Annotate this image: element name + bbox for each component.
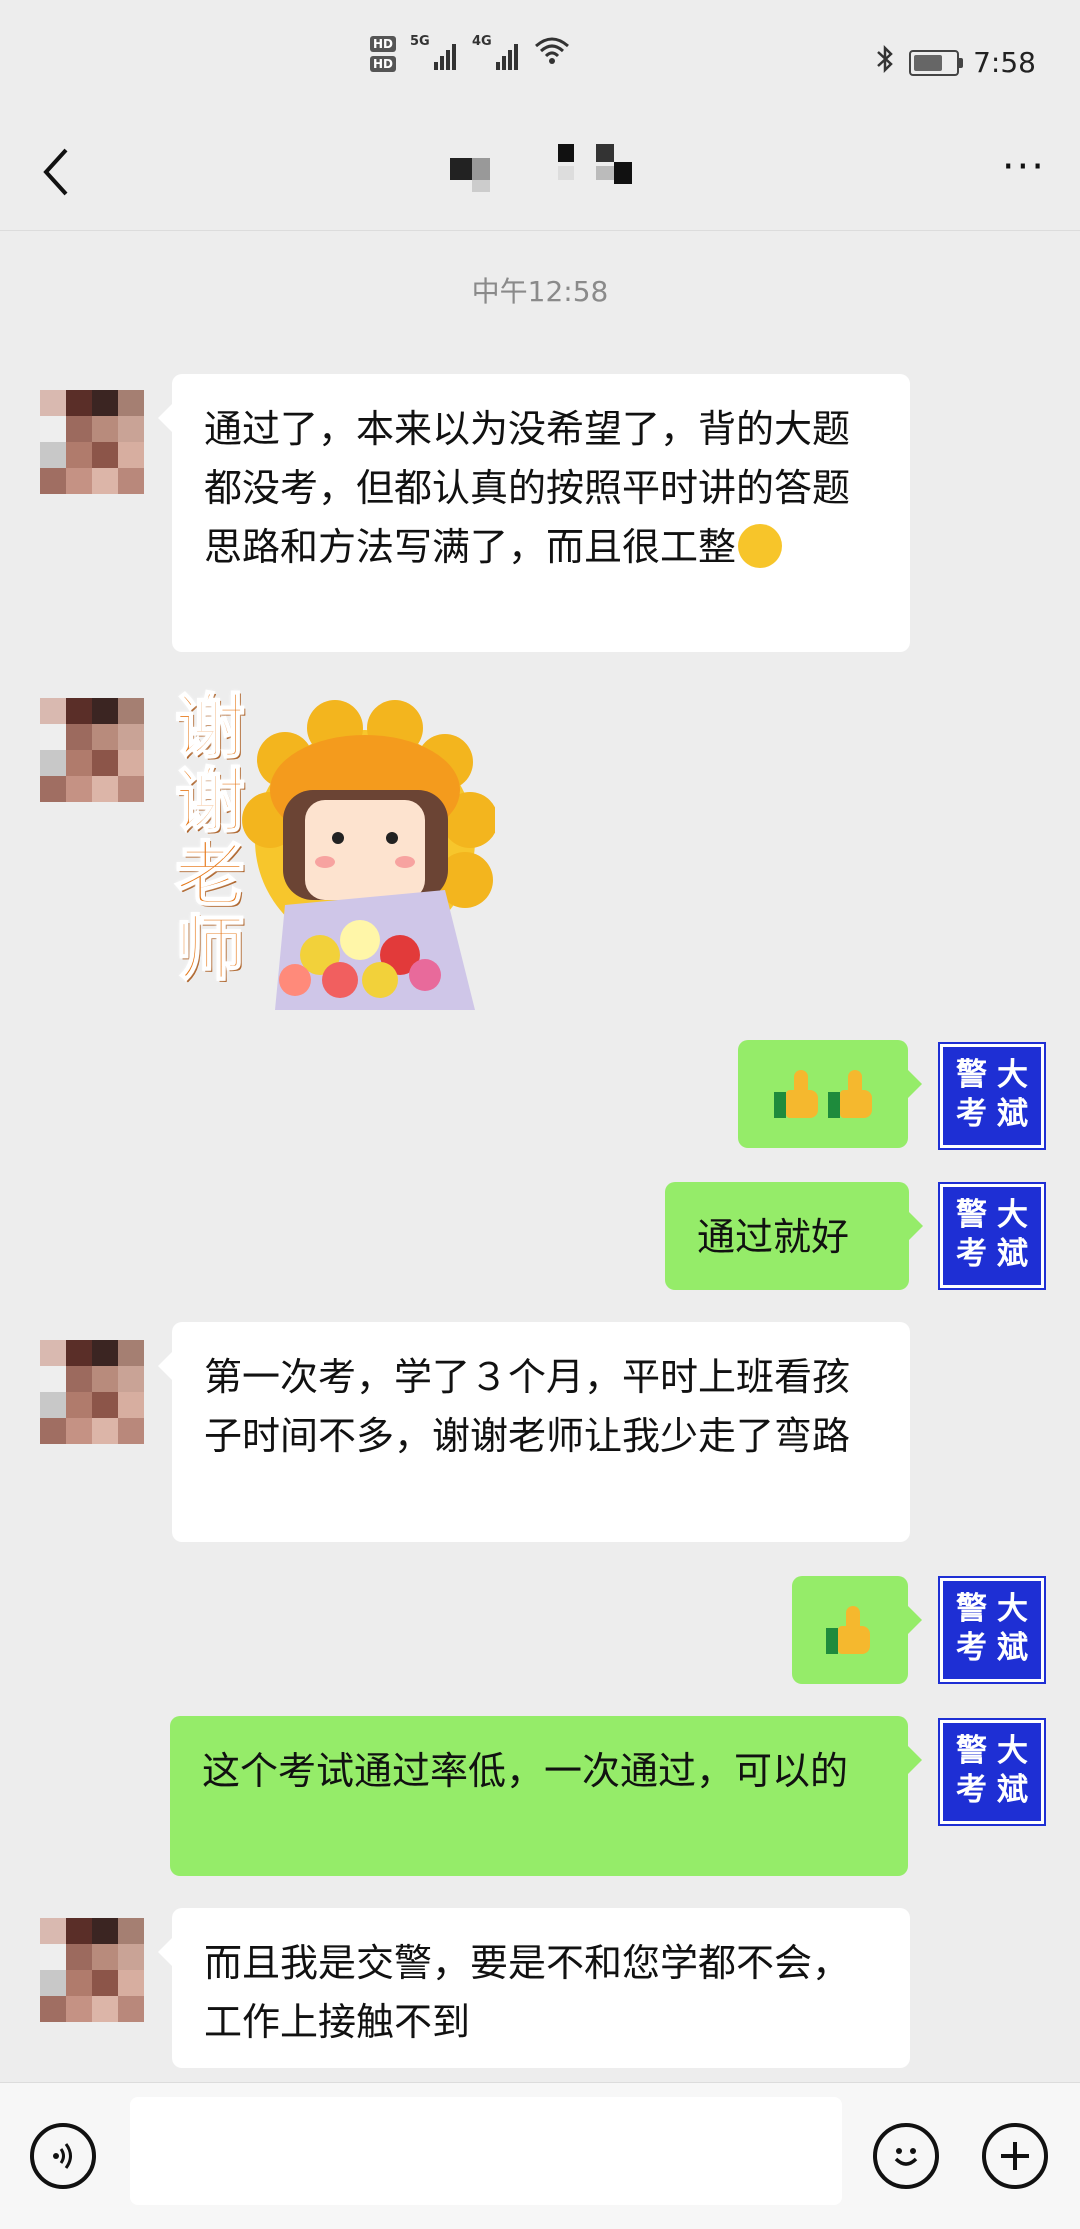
status-right: 7:58 <box>875 44 1036 81</box>
avatar-char: 考 <box>956 1096 987 1132</box>
hd-label: HD <box>370 56 397 72</box>
thank-you-sticker[interactable]: 谢谢老师 <box>174 686 495 1020</box>
sticker-text: 谢谢老师 <box>174 686 246 990</box>
avatar-char: 警 <box>956 1197 987 1233</box>
bluetooth-icon <box>875 44 895 81</box>
battery-icon <box>909 49 964 76</box>
back-chevron-icon[interactable] <box>36 142 96 202</box>
contact-avatar[interactable] <box>40 1340 144 1444</box>
message-text: 这个考试通过率低，一次通过，可以的 <box>202 1749 849 1793</box>
message-bubble-incoming[interactable]: 第一次考，学了３个月，平时上班看孩子时间不多，谢谢老师让我少走了弯路 <box>158 1322 910 1542</box>
more-dots-icon[interactable]: ··· <box>1002 142 1046 192</box>
message-bubble-outgoing[interactable]: 通过就好 <box>665 1182 923 1290</box>
voice-icon[interactable] <box>30 2123 96 2189</box>
message-bubble-incoming[interactable]: 而且我是交警，要是不和您学都不会，工作上接触不到 <box>158 1908 910 2068</box>
signal-4g-icon: 4G <box>472 34 520 74</box>
contact-avatar[interactable] <box>40 390 144 494</box>
avatar-char: 大 <box>997 1591 1028 1627</box>
network-4g-label: 4G <box>472 34 492 49</box>
message-timestamp: 中午12:58 <box>471 275 609 308</box>
message-text: 第一次考，学了３个月，平时上班看孩子时间不多，谢谢老师让我少走了弯路 <box>204 1355 851 1458</box>
avatar-char: 警 <box>956 1591 987 1627</box>
thinking-emoji-icon <box>738 524 783 568</box>
signal-5g-icon: 5G <box>410 34 458 74</box>
status-bar: HD HD 5G 4G 7:58 <box>0 0 1080 120</box>
avatar-char: 考 <box>956 1236 987 1272</box>
emoji-icon[interactable] <box>873 2123 939 2189</box>
thumbs-up-icon <box>826 1606 872 1654</box>
self-avatar[interactable]: 警大 考斌 <box>940 1184 1044 1288</box>
clock: 7:58 <box>973 46 1036 79</box>
contact-name-redacted <box>450 144 650 204</box>
message-input[interactable] <box>130 2097 842 2205</box>
contact-avatar[interactable] <box>40 698 144 802</box>
avatar-char: 考 <box>956 1772 987 1808</box>
contact-avatar[interactable] <box>40 1918 144 2022</box>
message-bubble-incoming[interactable]: 通过了，本来以为没希望了，背的大题都没考，但都认真的按照平时讲的答题思路和方法写… <box>158 374 910 652</box>
thumbs-up-icon <box>828 1070 872 1118</box>
message-bubble-outgoing[interactable] <box>738 1040 922 1148</box>
avatar-char: 警 <box>956 1057 987 1093</box>
avatar-char: 大 <box>997 1197 1028 1233</box>
chat-header: ··· <box>0 120 1080 231</box>
input-bar <box>0 2082 1080 2229</box>
hd-label: HD <box>370 36 397 52</box>
wifi-icon <box>534 36 570 72</box>
avatar-char: 斌 <box>997 1772 1028 1808</box>
avatar-char: 考 <box>956 1630 987 1666</box>
message-text: 通过就好 <box>697 1215 850 1259</box>
self-avatar[interactable]: 警大 考斌 <box>940 1720 1044 1824</box>
network-5g-label: 5G <box>410 34 430 49</box>
avatar-char: 斌 <box>997 1096 1028 1132</box>
avatar-char: 大 <box>997 1733 1028 1769</box>
avatar-char: 斌 <box>997 1630 1028 1666</box>
avatar-char: 警 <box>956 1733 987 1769</box>
network-indicators: HD HD 5G 4G <box>370 34 570 74</box>
hd-indicator: HD HD <box>370 36 397 72</box>
self-avatar[interactable]: 警大 考斌 <box>940 1044 1044 1148</box>
self-avatar[interactable]: 警大 考斌 <box>940 1578 1044 1682</box>
message-bubble-outgoing[interactable]: 这个考试通过率低，一次通过，可以的 <box>170 1716 922 1876</box>
thumbs-up-icon <box>774 1070 818 1118</box>
plus-icon[interactable] <box>982 2123 1048 2189</box>
avatar-char: 斌 <box>997 1236 1028 1272</box>
avatar-char: 大 <box>997 1057 1028 1093</box>
message-text: 而且我是交警，要是不和您学都不会，工作上接触不到 <box>204 1941 851 2044</box>
message-bubble-outgoing[interactable] <box>792 1576 922 1684</box>
